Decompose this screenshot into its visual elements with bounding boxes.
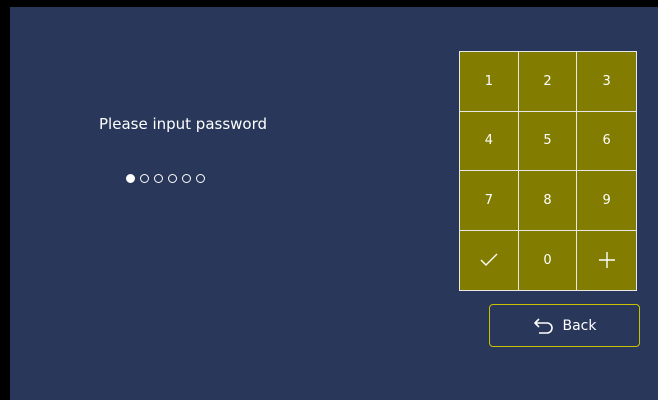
password-dot-empty <box>182 174 191 183</box>
key-6[interactable]: 6 <box>577 112 636 171</box>
password-indicator <box>126 174 205 183</box>
key-8[interactable]: 8 <box>518 171 578 231</box>
back-label: Back <box>562 317 597 334</box>
plus-key[interactable] <box>577 231 636 291</box>
key-2[interactable]: 2 <box>518 52 578 112</box>
undo-arrow-icon <box>533 317 553 334</box>
key-1[interactable]: 1 <box>460 52 519 112</box>
plus-icon <box>598 252 615 269</box>
password-dot-empty <box>154 174 163 183</box>
back-button[interactable]: Back <box>489 304 640 347</box>
password-dot-empty <box>140 174 149 183</box>
check-icon <box>480 253 498 267</box>
key-3[interactable]: 3 <box>577 52 636 112</box>
key-9[interactable]: 9 <box>577 171 636 231</box>
password-screen: Please input password 1 2 3 4 5 6 7 8 9 … <box>10 7 658 400</box>
numeric-keypad: 1 2 3 4 5 6 7 8 9 0 <box>459 51 637 291</box>
password-dot-empty <box>196 174 205 183</box>
password-dot-filled <box>126 174 135 183</box>
key-5[interactable]: 5 <box>518 111 578 171</box>
password-dot-empty <box>168 174 177 183</box>
password-prompt: Please input password <box>99 115 268 133</box>
key-4[interactable]: 4 <box>460 111 519 171</box>
confirm-key[interactable] <box>460 230 519 290</box>
key-7[interactable]: 7 <box>460 171 519 231</box>
key-0[interactable]: 0 <box>519 230 578 290</box>
